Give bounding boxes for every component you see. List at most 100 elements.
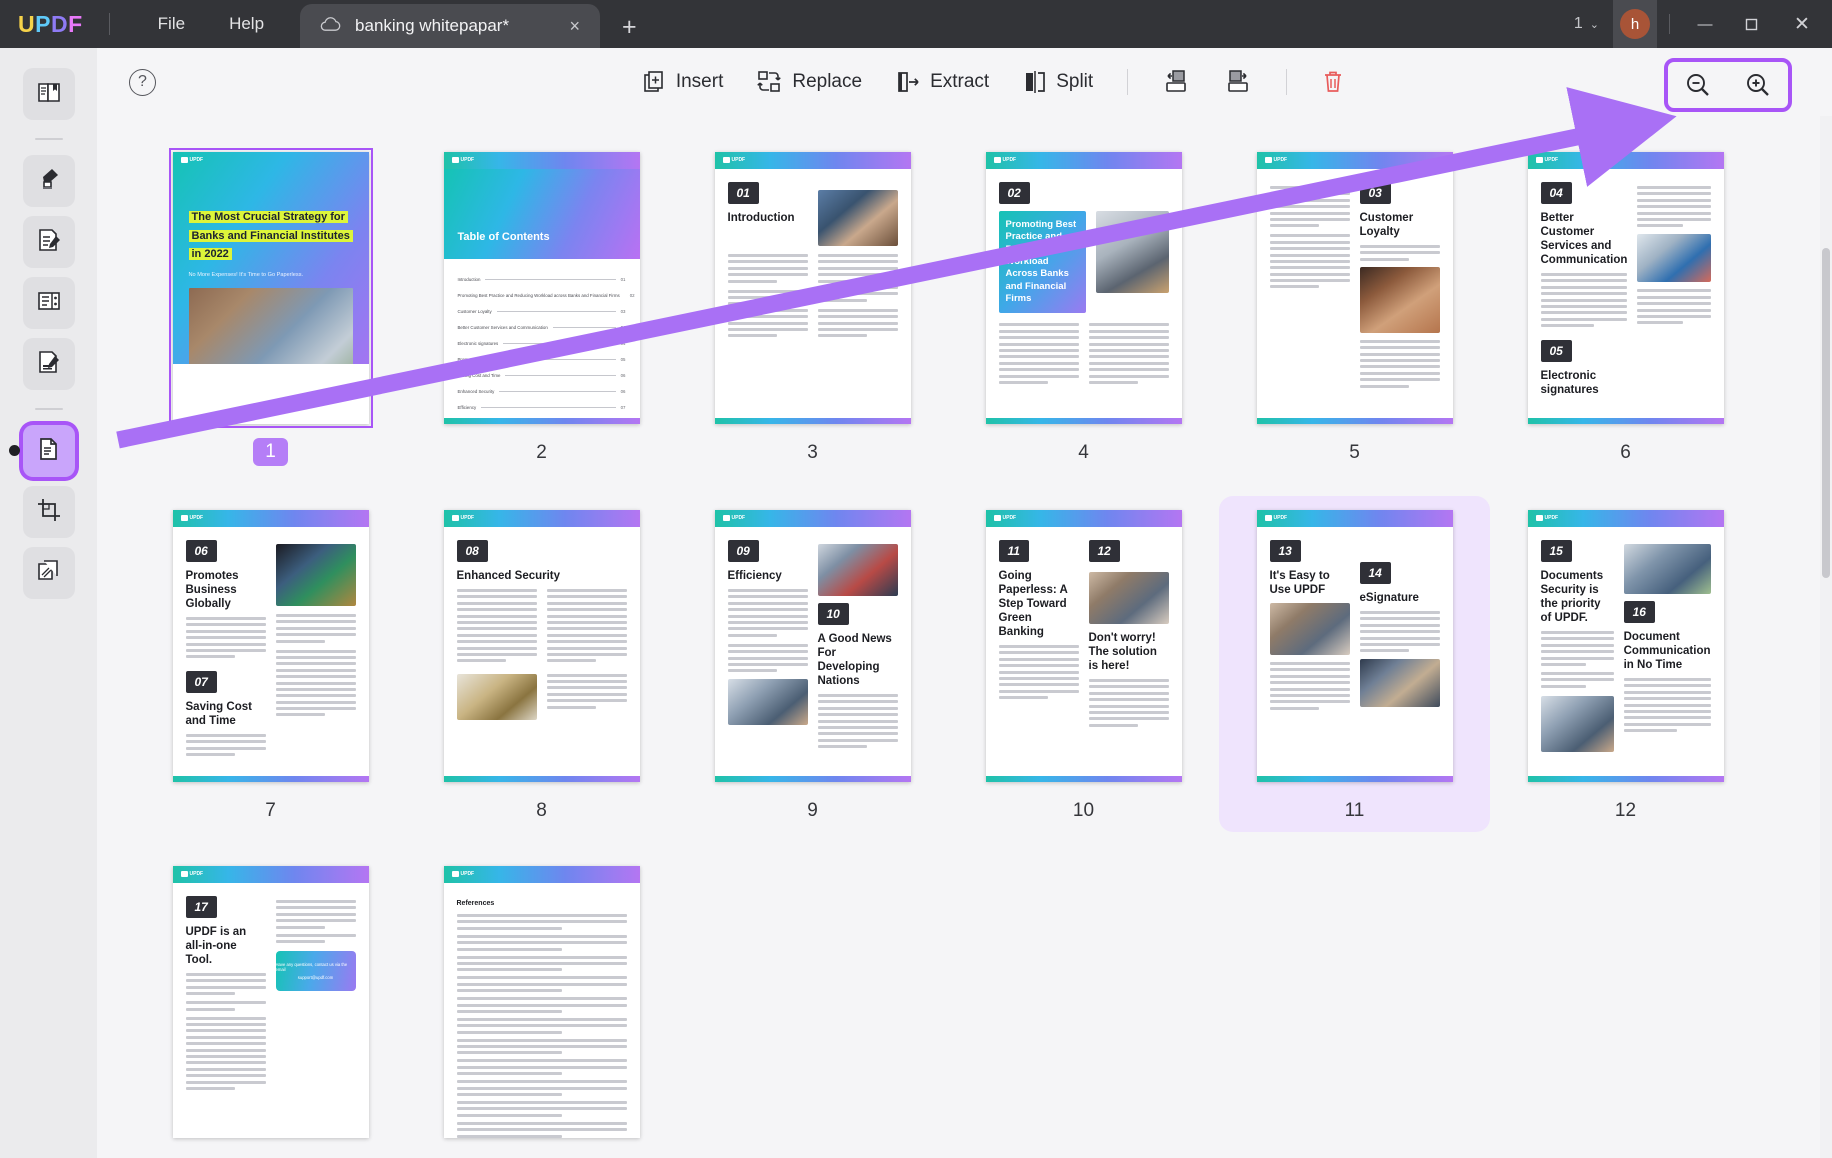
page-cell[interactable]: UPDF 15 Documents Security is the priori… (1490, 496, 1761, 832)
menu-file[interactable]: File (136, 0, 207, 48)
document-tab[interactable]: banking whitepapar* × (300, 4, 601, 48)
page-cell[interactable]: UPDF 02 Promoting Best Practice and Redu… (948, 138, 1219, 476)
page-thumbnail-10[interactable]: UPDF 11 Going Paperless: A Step Toward G… (985, 510, 1182, 782)
toc-entry: Better Customer Services and Communicati… (457, 325, 626, 330)
extract-button[interactable]: Extract (882, 63, 1003, 101)
vertical-scrollbar[interactable] (1820, 116, 1832, 1158)
rotate-right-button[interactable] (1210, 62, 1266, 102)
page-grid-canvas[interactable]: UPDF The Most Crucial Strategy for Banks… (97, 116, 1832, 1158)
page-footer-bar (1256, 418, 1453, 424)
page-cell[interactable]: UPDF References (406, 852, 677, 1158)
page-cell[interactable]: UPDF 03 Customer Loyalty 5 (1219, 138, 1490, 476)
section-title: A Good News For Developing Nations (817, 633, 892, 688)
toc-entry: Customer Loyalty 03 (457, 309, 626, 314)
page-thumbnail-13[interactable]: UPDF 17 UPDF is an all-in-one Tool. Have… (172, 866, 369, 1138)
page-thumbnail-3[interactable]: UPDF 01 Introduction (714, 152, 911, 424)
page-thumbnail-9[interactable]: UPDF 09 Efficiency 10 A Good News For De… (714, 510, 911, 782)
page-number-label[interactable]: 3 (807, 442, 818, 464)
sidebar-item-reader[interactable] (22, 68, 75, 120)
page-number-label[interactable]: 1 (253, 438, 288, 466)
toc-entry: Promotes Business Globally 05 (457, 357, 626, 362)
page-number-label[interactable]: 10 (1073, 800, 1094, 822)
page-number-label[interactable]: 12 (1615, 800, 1636, 822)
delete-button[interactable] (1307, 62, 1359, 102)
sidebar-item-batch[interactable] (22, 547, 75, 599)
page-cell[interactable]: UPDF 06 Promotes Business Globally 07 Sa… (135, 496, 406, 832)
page-thumbnail-5[interactable]: UPDF 03 Customer Loyalty (1256, 152, 1453, 424)
sidebar-item-crop[interactable] (22, 486, 75, 538)
page-cell[interactable]: UPDF Table of Contents Introduction 01 Pr… (406, 138, 677, 476)
page-thumbnail-8[interactable]: UPDF 08 Enhanced Security 06 (443, 510, 640, 782)
mini-logo: UPDF (715, 510, 911, 521)
insert-label: Insert (675, 71, 724, 92)
help-icon[interactable]: ? (129, 68, 156, 96)
close-icon[interactable]: × (566, 16, 585, 37)
rotate-left-button[interactable] (1148, 62, 1204, 102)
new-tab-button[interactable]: + (622, 13, 637, 42)
insert-button[interactable]: Insert (629, 63, 738, 101)
maximize-button[interactable] (1728, 0, 1774, 48)
section-number: 01 (727, 182, 759, 204)
page-cell-selected[interactable]: UPDF 13 It's Easy to Use UPDF 14 eSignat… (1219, 496, 1490, 832)
page-cell[interactable]: UPDF 09 Efficiency 10 A Good News For De… (677, 496, 948, 832)
page-number-label[interactable]: 4 (1078, 442, 1089, 464)
page-thumbnail-2[interactable]: UPDF Table of Contents Introduction 01 Pr… (443, 152, 640, 424)
page-thumbnail-7[interactable]: UPDF 06 Promotes Business Globally 07 Sa… (172, 510, 369, 782)
replace-button[interactable]: Replace (743, 63, 876, 101)
page-row-2: UPDF 06 Promotes Business Globally 07 Sa… (135, 496, 1832, 832)
page-header-bar: UPDF (173, 152, 369, 169)
window-close-button[interactable]: ✕ (1774, 0, 1830, 48)
page-cell[interactable]: UPDF 08 Enhanced Security 06 (406, 496, 677, 832)
page-number-label[interactable]: 11 (1345, 800, 1365, 822)
page-cell[interactable]: UPDF 17 UPDF is an all-in-one Tool. Have… (135, 852, 406, 1158)
section-title: Better Customer Services and Communicati… (1540, 212, 1628, 267)
sidebar-item-edit-pdf[interactable] (22, 216, 75, 268)
page-count-selector[interactable]: 1 ⌄ (1560, 15, 1613, 33)
page-cell[interactable]: UPDF The Most Crucial Strategy for Banks… (135, 138, 406, 476)
split-label: Split (1056, 71, 1094, 92)
page-header-bar: UPDF (443, 510, 640, 527)
page-body: 03 Customer Loyalty 03 (1257, 169, 1453, 424)
section-title: It's Easy to Use UPDF (1269, 570, 1330, 597)
page-number-label[interactable]: 8 (536, 800, 547, 822)
section-number: 02 (998, 182, 1030, 204)
mini-logo: UPDF (1528, 152, 1724, 163)
page-header-bar: UPDF (1527, 152, 1724, 169)
page-thumbnail-11[interactable]: UPDF 13 It's Easy to Use UPDF 14 eSignat… (1256, 510, 1453, 782)
sidebar-item-sign[interactable] (22, 338, 75, 390)
page-header-bar: UPDF (714, 152, 911, 169)
page-number-label[interactable]: 9 (807, 800, 818, 822)
page-thumbnail-6[interactable]: UPDF 04 Better Customer Services and Com… (1527, 152, 1724, 424)
title-bar-left: UPDF File Help (0, 0, 286, 48)
page-cell[interactable]: UPDF 04 Better Customer Services and Com… (1490, 138, 1761, 476)
zoom-out-button[interactable] (1678, 66, 1718, 104)
minimize-button[interactable]: — (1682, 0, 1728, 48)
mini-logo: UPDF (173, 510, 369, 521)
page-number-label[interactable]: 5 (1349, 442, 1360, 464)
toc-entry: Enhanced Security 06 (457, 389, 626, 394)
page-number-label[interactable]: 6 (1620, 442, 1631, 464)
page-thumbnail-12[interactable]: UPDF 15 Documents Security is the priori… (1527, 510, 1724, 782)
page-thumbnail-1[interactable]: UPDF The Most Crucial Strategy for Banks… (168, 148, 373, 428)
page-thumbnail-14[interactable]: UPDF References (443, 866, 640, 1138)
page-number-label[interactable]: 2 (536, 442, 547, 464)
zoom-in-button[interactable] (1738, 66, 1778, 104)
split-button[interactable]: Split (1009, 63, 1107, 101)
page-thumbnail-4[interactable]: UPDF 02 Promoting Best Practice and Redu… (985, 152, 1182, 424)
menu-help[interactable]: Help (207, 0, 286, 48)
mini-logo: UPDF (444, 152, 640, 163)
organize-pages-icon (35, 435, 63, 468)
page-cell[interactable]: UPDF 01 Introduction 3 (677, 138, 948, 476)
page-row-3: UPDF 17 UPDF is an all-in-one Tool. Have… (135, 852, 1832, 1158)
sidebar-item-form[interactable] (22, 277, 75, 329)
mini-logo: UPDF (1528, 510, 1724, 521)
sidebar-item-annotate[interactable] (22, 155, 75, 207)
zoom-controls (1664, 58, 1792, 112)
section-number: 05 (1540, 339, 1572, 362)
extract-icon (896, 70, 921, 94)
page-number-label[interactable]: 7 (265, 800, 276, 822)
sidebar-item-organize-pages[interactable] (8, 425, 75, 477)
avatar[interactable]: h (1613, 0, 1657, 48)
scrollbar-thumb[interactable] (1822, 248, 1830, 578)
page-cell[interactable]: UPDF 11 Going Paperless: A Step Toward G… (948, 496, 1219, 832)
